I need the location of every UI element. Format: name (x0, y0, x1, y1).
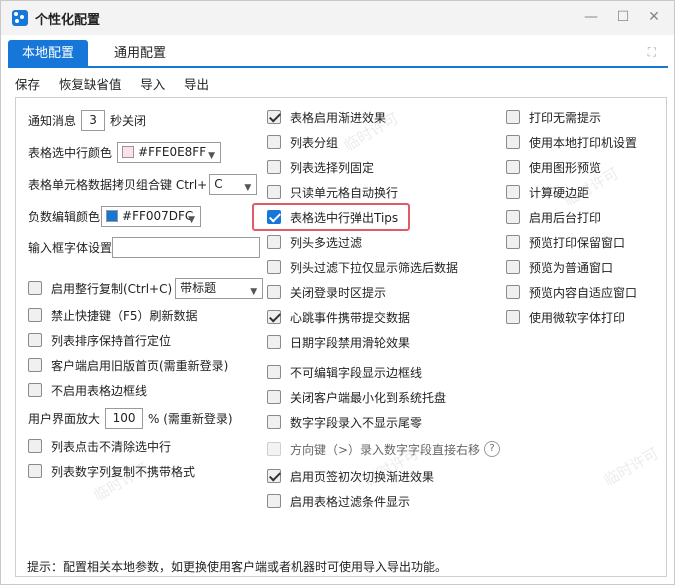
window-title: 个性化配置 (35, 13, 101, 28)
checkbox-row[interactable]: 不可编辑字段显示边框线 (267, 360, 422, 384)
checkbox-row[interactable]: 列表选择列固定 (267, 155, 374, 179)
checkbox[interactable] (506, 185, 520, 199)
app-icon (12, 10, 28, 26)
expand-icon[interactable]: ⛶ (648, 45, 656, 60)
maximize-icon[interactable]: ☐ (613, 7, 633, 27)
whole-row-copy-setting: 启用整行复制(Ctrl+C) 带标题 ▼ (28, 276, 268, 300)
tab-local-config[interactable]: 本地配置 (8, 40, 89, 67)
checkbox-row[interactable]: 使用微软字体打印 (506, 305, 625, 329)
checkbox[interactable] (28, 333, 42, 347)
title-bar: 个性化配置 — ☐ ✕ (1, 1, 674, 35)
checkbox[interactable] (267, 110, 281, 124)
checkbox[interactable] (267, 235, 281, 249)
settings-window: 个性化配置 — ☐ ✕ 本地配置 通用配置 ⛶ 保存 恢复缺省值 导入 导出 通… (0, 0, 675, 585)
checkbox-row[interactable]: 预览打印保留窗口 (506, 230, 625, 254)
copy-combo-select[interactable]: C ▼ (209, 173, 258, 195)
checkbox[interactable] (28, 464, 42, 478)
checkbox-row[interactable]: 预览为普通窗口 (506, 255, 613, 279)
checkbox[interactable] (506, 260, 520, 274)
checkbox[interactable] (267, 260, 281, 274)
checkbox[interactable] (267, 442, 281, 456)
checkbox-row[interactable]: 列头多选过滤 (267, 230, 362, 254)
checkbox[interactable] (506, 235, 520, 249)
zoom-setting: 用户界面放大 100 % (需重新登录) (28, 406, 233, 430)
notify-seconds-input[interactable]: 3 (81, 109, 106, 131)
checkbox[interactable] (506, 135, 520, 149)
export-button[interactable]: 导出 (184, 74, 209, 93)
checkbox-row[interactable]: 列表点击不清除选中行 (28, 434, 171, 458)
checkbox[interactable] (267, 415, 281, 429)
checkbox[interactable] (506, 110, 520, 124)
minimize-icon[interactable]: — (581, 7, 601, 27)
checkbox-row[interactable]: 关闭登录时区提示 (267, 280, 386, 304)
negative-color-setting: 负数编辑颜色 #FF007DFC ▼ (28, 204, 206, 228)
checkbox-row-tips[interactable]: 表格选中行弹出Tips (267, 205, 398, 229)
save-button[interactable]: 保存 (15, 74, 40, 93)
checkbox[interactable] (267, 285, 281, 299)
import-button[interactable]: 导入 (140, 74, 165, 93)
checkbox[interactable] (267, 160, 281, 174)
tab-bar: 本地配置 通用配置 (8, 40, 668, 67)
tab-general-config[interactable]: 通用配置 (100, 40, 180, 67)
select-color-setting: 表格选中行颜色 #FFE0E8FF ▼ (28, 140, 226, 164)
checkbox[interactable] (28, 383, 42, 397)
checkbox-row[interactable]: 预览内容自适应窗口 (506, 280, 637, 304)
checkbox[interactable] (267, 365, 281, 379)
checkbox[interactable] (267, 494, 281, 508)
checkbox[interactable] (506, 310, 520, 324)
checkbox-row[interactable]: 启用后台打印 (506, 205, 601, 229)
checkbox-row[interactable]: 关闭客户端最小化到系统托盘 (267, 385, 446, 409)
copy-combo-setting: 表格单元格数据拷贝组合键 Ctrl+ C ▼ (28, 172, 262, 196)
checkbox[interactable] (267, 335, 281, 349)
whole-row-copy-select[interactable]: 带标题 ▼ (175, 277, 264, 299)
help-icon[interactable]: ? (484, 441, 501, 457)
notify-setting: 通知消息 3 秒关闭 (28, 108, 146, 132)
checkbox[interactable] (267, 135, 281, 149)
hint-text: 提示：配置相关本地参数，如更换使用客户端或者机器时可使用导入导出功能。 (27, 560, 448, 574)
checkbox-row[interactable]: 打印无需提示 (506, 105, 601, 129)
select-color-picker[interactable]: #FFE0E8FF ▼ (117, 141, 222, 163)
close-icon[interactable]: ✕ (644, 7, 664, 27)
checkbox-row[interactable]: 列表分组 (267, 130, 338, 154)
checkbox-row[interactable]: 使用本地打印机设置 (506, 130, 637, 154)
checkbox-row[interactable]: 不启用表格边框线 (28, 378, 147, 402)
checkbox-row[interactable]: 只读单元格自动换行 (267, 180, 398, 204)
checkbox[interactable] (267, 310, 281, 324)
checkbox[interactable] (267, 469, 281, 483)
tab-underline (8, 66, 668, 68)
zoom-input[interactable]: 100 (105, 407, 144, 429)
checkbox[interactable] (506, 210, 520, 224)
checkbox[interactable] (506, 160, 520, 174)
checkbox-row[interactable]: 客户端启用旧版首页(需重新登录) (28, 353, 228, 377)
checkbox-row[interactable]: 心跳事件携带提交数据 (267, 305, 410, 329)
input-font-field[interactable] (112, 236, 261, 258)
whole-row-copy-checkbox[interactable] (28, 281, 42, 295)
checkbox-row[interactable]: 列头过滤下拉仅显示筛选后数据 (267, 255, 458, 279)
restore-defaults-button[interactable]: 恢复缺省值 (59, 74, 122, 93)
checkbox[interactable] (28, 308, 42, 322)
checkbox-row[interactable]: 禁止快捷键（F5）刷新数据 (28, 303, 198, 327)
checkbox-row[interactable]: 日期字段禁用滑轮效果 (267, 330, 410, 354)
input-font-setting: 输入框字体设置 (28, 235, 265, 259)
checkbox[interactable] (267, 210, 281, 224)
checkbox[interactable] (28, 439, 42, 453)
checkbox[interactable] (267, 390, 281, 404)
checkbox-row[interactable]: 数字字段录入不显示尾零 (267, 410, 422, 434)
checkbox-row[interactable]: 列表排序保持首行定位 (28, 328, 171, 352)
checkbox[interactable] (267, 185, 281, 199)
checkbox-row[interactable]: 启用表格过滤条件显示 (267, 489, 410, 513)
toolbar: 保存 恢复缺省值 导入 导出 (15, 74, 224, 92)
checkbox[interactable] (506, 285, 520, 299)
checkbox[interactable] (28, 358, 42, 372)
negative-color-picker[interactable]: #FF007DFC ▼ (101, 205, 202, 227)
